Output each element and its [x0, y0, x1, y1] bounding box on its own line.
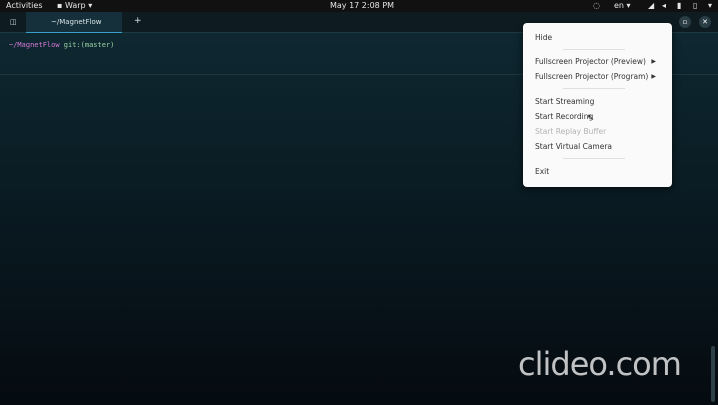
sidebar-toggle-icon[interactable]: ◫	[10, 16, 17, 28]
menu-separator	[563, 158, 625, 159]
menu-separator	[563, 49, 625, 50]
terminal-prompt: ~/MagnetFlow git:(master)	[9, 41, 114, 49]
microphone-icon[interactable]: ▮	[677, 1, 681, 11]
language-selector[interactable]: en ▾	[614, 1, 631, 11]
maximize-icon: ▫	[682, 18, 688, 26]
menu-item-start-streaming[interactable]: Start Streaming	[535, 97, 594, 107]
tab-label: ~/MagnetFlow	[51, 18, 102, 26]
chevron-down-icon[interactable]: ▾	[708, 1, 712, 11]
app-name: Warp	[64, 1, 86, 10]
menu-item-exit[interactable]: Exit	[535, 167, 549, 177]
close-button[interactable]: ✕	[699, 16, 711, 28]
app-menu[interactable]: ▪ Warp ▾	[57, 1, 92, 11]
wifi-icon[interactable]: ◢	[648, 1, 654, 11]
volume-icon[interactable]: ◂	[662, 1, 666, 11]
battery-icon[interactable]: ▯	[693, 1, 697, 11]
prompt-path: ~/MagnetFlow	[9, 41, 60, 49]
chevron-down-icon: ▾	[88, 1, 93, 10]
submenu-arrow-icon: ▶	[651, 73, 656, 80]
tab-magnetflow[interactable]: ~/MagnetFlow	[26, 12, 122, 33]
top-bar: Activities ▪ Warp ▾ May 17 2:08 PM ◌ en …	[0, 0, 718, 12]
tray-context-menu: Hide Fullscreen Projector (Preview) ▶ Fu…	[523, 23, 672, 187]
obs-tray-icon[interactable]: ◌	[593, 1, 600, 11]
menu-item-start-replay-buffer: Start Replay Buffer	[535, 127, 607, 136]
mouse-pointer-icon: ↖	[587, 113, 595, 123]
activities-button[interactable]: Activities	[6, 1, 43, 11]
clock[interactable]: May 17 2:08 PM	[330, 1, 394, 11]
watermark: clideo.com	[518, 345, 682, 383]
menu-item-start-recording[interactable]: Start Recording	[535, 112, 593, 122]
close-icon: ✕	[702, 18, 708, 26]
new-tab-button[interactable]: +	[134, 15, 142, 27]
language-label: en	[614, 1, 624, 10]
maximize-button[interactable]: ▫	[679, 16, 691, 28]
menu-item-fullscreen-program[interactable]: Fullscreen Projector (Program)	[535, 72, 648, 82]
submenu-arrow-icon: ▶	[651, 58, 656, 65]
menu-item-hide[interactable]: Hide	[535, 33, 552, 43]
menu-item-start-virtual-camera[interactable]: Start Virtual Camera	[535, 142, 612, 152]
scrollbar[interactable]	[711, 346, 715, 402]
prompt-git-branch: git:(master)	[63, 41, 115, 49]
chevron-down-icon: ▾	[626, 1, 631, 10]
menu-separator	[563, 88, 625, 89]
menu-item-fullscreen-preview[interactable]: Fullscreen Projector (Preview)	[535, 57, 646, 67]
warp-app-icon: ▪	[57, 1, 63, 10]
